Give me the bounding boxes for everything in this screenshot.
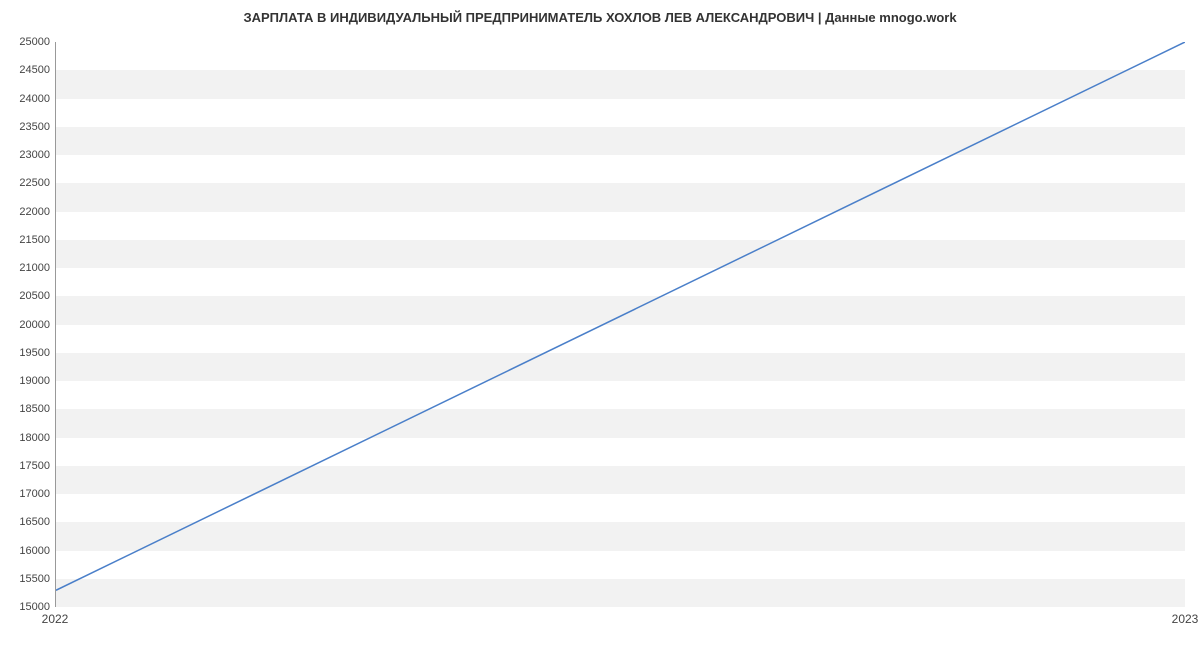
y-tick-label: 21500 <box>5 234 50 246</box>
y-tick-label: 25000 <box>5 36 50 48</box>
y-tick-label: 16000 <box>5 545 50 557</box>
plot-area <box>55 42 1185 607</box>
y-tick-label: 19000 <box>5 375 50 387</box>
y-tick-label: 16500 <box>5 516 50 528</box>
y-tick-label: 20500 <box>5 290 50 302</box>
grid-band <box>56 353 1185 381</box>
grid-band <box>56 466 1185 494</box>
grid-band <box>56 409 1185 437</box>
grid-band <box>56 240 1185 268</box>
y-tick-label: 22000 <box>5 206 50 218</box>
x-tick-label: 2023 <box>1172 612 1199 626</box>
y-tick-label: 18500 <box>5 403 50 415</box>
y-tick-label: 24500 <box>5 64 50 76</box>
grid-band <box>56 522 1185 550</box>
y-tick-label: 18000 <box>5 432 50 444</box>
grid-band <box>56 127 1185 155</box>
y-tick-label: 21000 <box>5 262 50 274</box>
grid-band <box>56 183 1185 211</box>
y-tick-label: 17000 <box>5 488 50 500</box>
grid-band <box>56 579 1185 607</box>
y-tick-label: 19500 <box>5 347 50 359</box>
y-tick-label: 24000 <box>5 93 50 105</box>
x-tick-label: 2022 <box>42 612 69 626</box>
chart-title: ЗАРПЛАТА В ИНДИВИДУАЛЬНЫЙ ПРЕДПРИНИМАТЕЛ… <box>0 10 1200 25</box>
y-tick-label: 15500 <box>5 573 50 585</box>
y-tick-label: 20000 <box>5 319 50 331</box>
grid-band <box>56 70 1185 98</box>
y-tick-label: 23000 <box>5 149 50 161</box>
y-tick-label: 17500 <box>5 460 50 472</box>
grid-band <box>56 296 1185 324</box>
y-tick-label: 23500 <box>5 121 50 133</box>
y-tick-label: 22500 <box>5 177 50 189</box>
